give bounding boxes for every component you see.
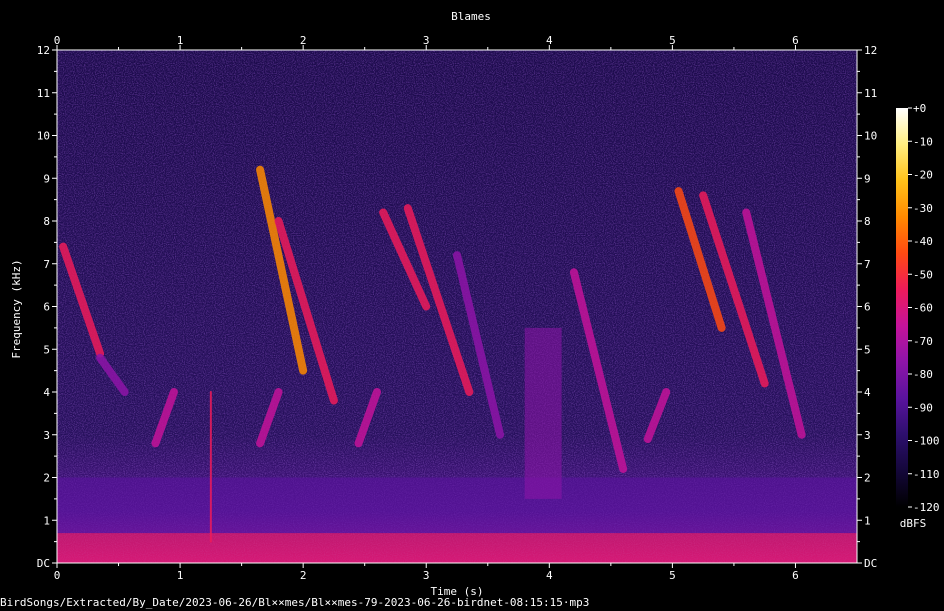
y-tick-label-left: 8	[43, 215, 50, 228]
y-tick-label-left: 1	[43, 514, 50, 527]
y-axis-label: Frequency (kHz)	[10, 259, 23, 358]
y-tick-label-left: DC	[37, 557, 50, 570]
x-tick-label-bottom: 0	[54, 569, 61, 582]
y-tick-label-right: 2	[864, 472, 871, 485]
y-tick-label-left: 9	[43, 172, 50, 185]
y-tick-label-right: 9	[864, 172, 871, 185]
y-tick-label-right: 6	[864, 301, 871, 314]
x-tick-label-top: 1	[177, 34, 184, 47]
x-tick-label-top: 0	[54, 34, 61, 47]
y-tick-label-left: 12	[37, 44, 50, 57]
feature-1	[57, 477, 857, 534]
colorbar-tick-label: +0	[913, 102, 926, 115]
x-tick-label-top: 4	[546, 34, 553, 47]
y-tick-label-left: 5	[43, 343, 50, 356]
colorbar-tick-label: -70	[913, 335, 933, 348]
x-tick-label-top: 5	[669, 34, 676, 47]
x-tick-label-bottom: 4	[546, 569, 553, 582]
chart-title: Blames	[451, 10, 491, 23]
x-tick-label-bottom: 2	[300, 569, 307, 582]
y-tick-label-right: 1	[864, 514, 871, 527]
spectrogram-chart: 00112233445566DC DC1 12 23 34 45 56 67 78 89 910 10…	[10, 10, 940, 598]
colorbar-tick-label: -80	[913, 368, 933, 381]
colorbar-tick-label: -10	[913, 135, 933, 148]
colorbar-tick-label: -20	[913, 169, 933, 182]
x-tick-label-top: 2	[300, 34, 307, 47]
colorbar-tick-label: -60	[913, 302, 933, 315]
x-tick-label-bottom: 6	[792, 569, 799, 582]
colorbar-tick-label: -90	[913, 401, 933, 414]
y-tick-label-right: 10	[864, 130, 877, 143]
colorbar-tick-label: -50	[913, 268, 933, 281]
colorbar-tick-label: -100	[913, 435, 940, 448]
feature-0	[57, 533, 857, 563]
y-tick-label-right: DC	[864, 557, 877, 570]
y-tick-label-left: 6	[43, 301, 50, 314]
y-tick-label-left: 11	[37, 87, 50, 100]
x-tick-label-top: 6	[792, 34, 799, 47]
y-tick-label-right: 12	[864, 44, 877, 57]
y-tick-label-right: 11	[864, 87, 877, 100]
y-tick-label-right: 3	[864, 429, 871, 442]
y-tick-label-left: 4	[43, 386, 50, 399]
y-tick-label-right: 7	[864, 258, 871, 271]
y-tick-label-right: 4	[864, 386, 871, 399]
y-tick-label-left: 7	[43, 258, 50, 271]
y-tick-label-right: 5	[864, 343, 871, 356]
colorbar-tick-label: -40	[913, 235, 933, 248]
x-tick-label-bottom: 3	[423, 569, 430, 582]
x-tick-label-bottom: 5	[669, 569, 676, 582]
x-tick-label-top: 3	[423, 34, 430, 47]
colorbar-ticks: +0 -10 -20 -30 -40 -50 -60 -70 -80 -90 -100 -110 -12…	[908, 102, 940, 514]
file-path: BirdSongs/Extracted/By_Date/2023-06-26/B…	[0, 596, 590, 609]
y-tick-label-left: 3	[43, 429, 50, 442]
y-tick-label-left: 2	[43, 472, 50, 485]
colorbar-tick-label: -110	[913, 468, 940, 481]
feature-13	[524, 327, 562, 499]
y-tick-label-left: 10	[37, 130, 50, 143]
colorbar-label: dBFS	[900, 517, 927, 530]
colorbar-tick-label: -120	[913, 501, 940, 514]
colorbar-tick-label: -30	[913, 202, 933, 215]
y-tick-label-right: 8	[864, 215, 871, 228]
x-tick-label-bottom: 1	[177, 569, 184, 582]
colorbar	[896, 108, 908, 507]
